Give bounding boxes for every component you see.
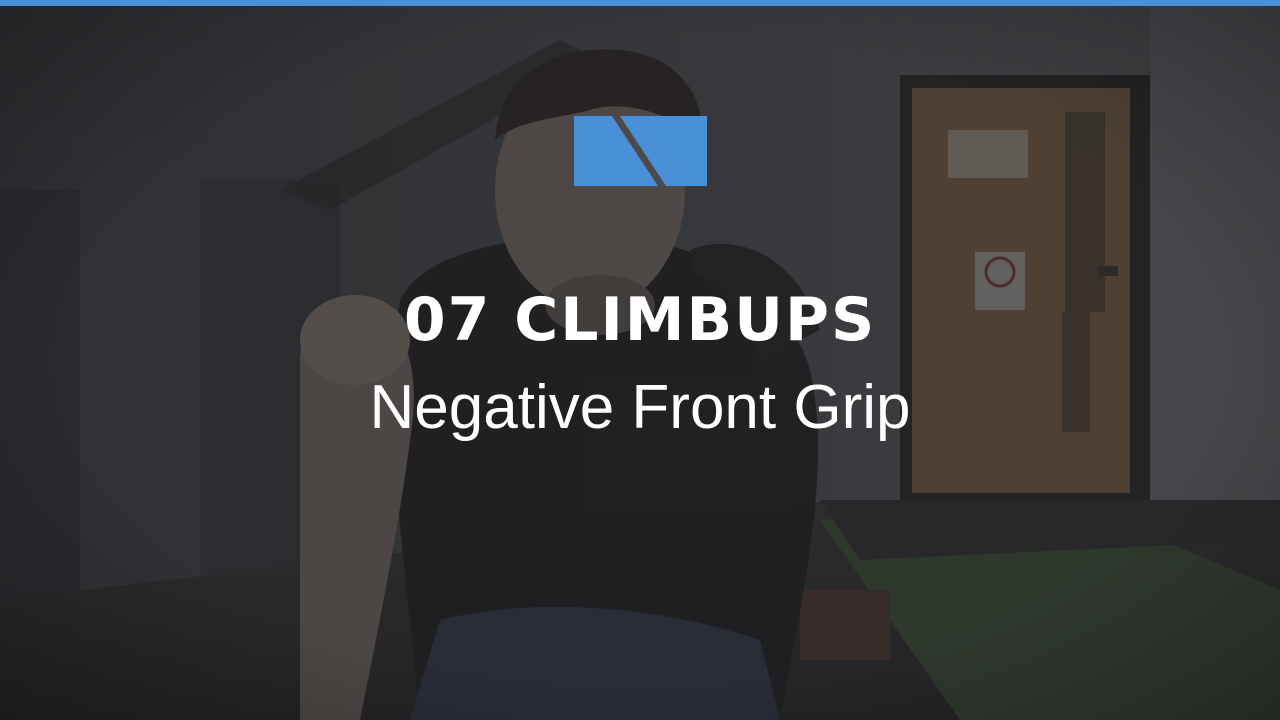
video-subtitle: Negative Front Grip: [369, 373, 911, 442]
accent-top-bar: [0, 0, 1280, 6]
dark-overlay: [0, 0, 1280, 720]
video-frame: 07 CLIMBUPS Negative Front Grip: [0, 0, 1280, 720]
brand-logo-icon: [574, 116, 707, 186]
video-title: 07 CLIMBUPS: [403, 285, 877, 355]
